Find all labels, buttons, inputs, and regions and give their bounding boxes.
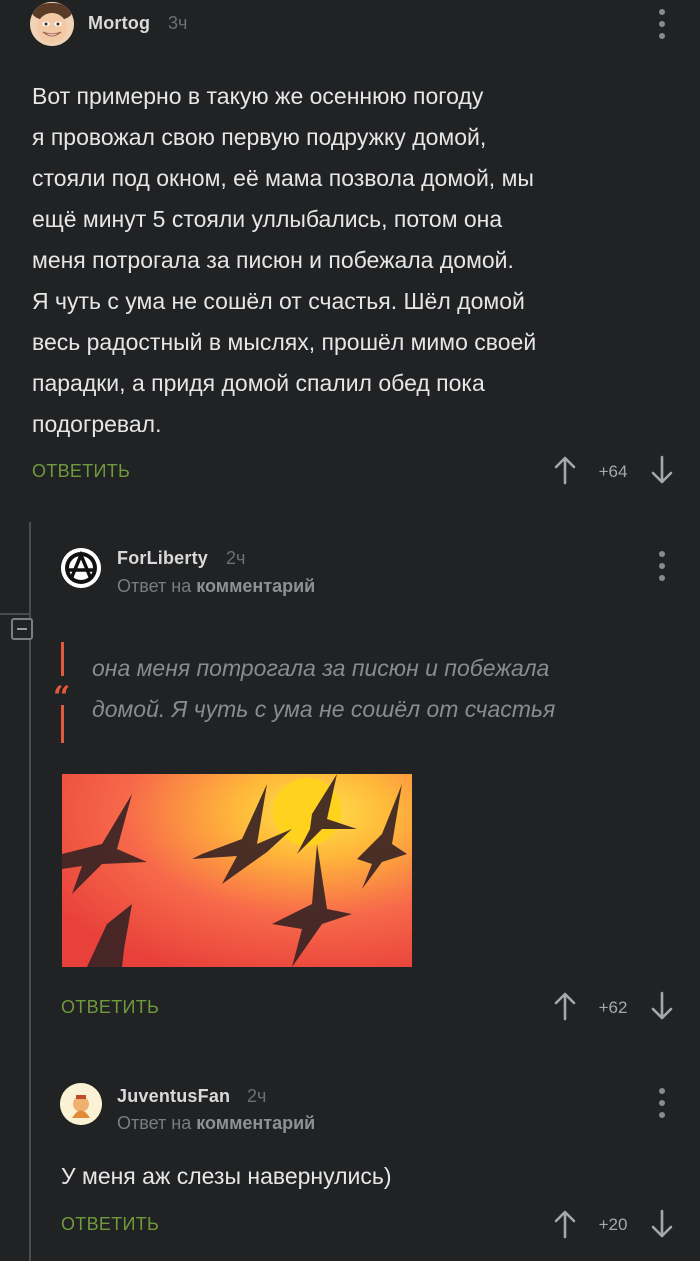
collapse-thread-button[interactable] (11, 618, 33, 640)
username[interactable]: ForLiberty (117, 548, 208, 569)
arrow-down-icon[interactable] (650, 991, 674, 1021)
arrow-up-icon[interactable] (553, 455, 577, 485)
username[interactable]: Mortog (88, 13, 150, 34)
text-line: Я чуть с ума не сошёл от счастья. Шёл до… (32, 288, 525, 314)
timestamp: 3ч (168, 13, 188, 33)
avatar-forliberty[interactable] (61, 548, 101, 588)
score: +62 (598, 998, 628, 1017)
more-options-icon[interactable] (658, 9, 666, 39)
quote-text: она меня потрогала за писюн и побежала д… (92, 648, 682, 730)
reply-to-info: Ответ на комментарий (117, 576, 315, 597)
thread-branch (0, 613, 29, 615)
timestamp: 2ч (247, 1086, 267, 1106)
more-options-icon[interactable] (658, 551, 666, 581)
avatar-mortog[interactable] (30, 2, 74, 46)
arrow-down-icon[interactable] (650, 455, 674, 485)
reply-button[interactable]: ОТВЕТИТЬ (61, 997, 159, 1018)
text-line: Вот примерно в такую же осеннюю погоду (32, 83, 484, 109)
username[interactable]: JuventusFan (117, 1086, 230, 1107)
text-line: весь радостный в мыслях, прошёл мимо сво… (32, 329, 537, 355)
comment-text: Вот примерно в такую же осеннюю погоду я… (32, 76, 682, 445)
anarchy-symbol-icon (61, 548, 101, 588)
timestamp: 2ч (226, 548, 246, 568)
reply-to-info: Ответ на комментарий (117, 1113, 315, 1134)
avatar-juventusfan[interactable] (60, 1083, 102, 1125)
reply-button[interactable]: ОТВЕТИТЬ (32, 461, 130, 482)
text-line: я провожал свою первую подружку домой, (32, 124, 487, 150)
text-line: меня потрогала за писюн и побежала домой… (32, 247, 514, 273)
score: +64 (598, 462, 628, 481)
reply-to-link[interactable]: комментарий (196, 1113, 315, 1133)
face-avatar-icon (30, 2, 74, 46)
cartoon-avatar-icon (60, 1083, 102, 1125)
reply-to-link[interactable]: комментарий (196, 576, 315, 596)
arrow-up-icon[interactable] (553, 991, 577, 1021)
quote-bar-bottom (61, 705, 64, 743)
comment-image[interactable] (62, 774, 412, 967)
quote-line: домой. Я чуть с ума не сошёл от счастья (92, 696, 556, 722)
arrow-up-icon[interactable] (553, 1209, 577, 1239)
quote-bar-top (61, 642, 64, 676)
arrow-down-icon[interactable] (650, 1209, 674, 1239)
reply-to-prefix: Ответ на (117, 1113, 192, 1133)
reply-to-prefix: Ответ на (117, 576, 192, 596)
flying-cranes-sunset-image (62, 774, 412, 967)
text-line: ещё минут 5 стояли уллыбались, потом она (32, 206, 503, 232)
reply-button[interactable]: ОТВЕТИТЬ (61, 1214, 159, 1235)
score: +20 (598, 1215, 628, 1234)
text-line: парадки, а придя домой спалил обед пока (32, 370, 485, 396)
comment-text: У меня аж слезы навернулись) (61, 1163, 392, 1189)
text-line: подогревал. (32, 411, 162, 437)
more-options-icon[interactable] (658, 1088, 666, 1118)
quote-line: она меня потрогала за писюн и побежала (92, 655, 550, 681)
text-line: стояли под окном, её мама позвола домой,… (32, 165, 534, 191)
